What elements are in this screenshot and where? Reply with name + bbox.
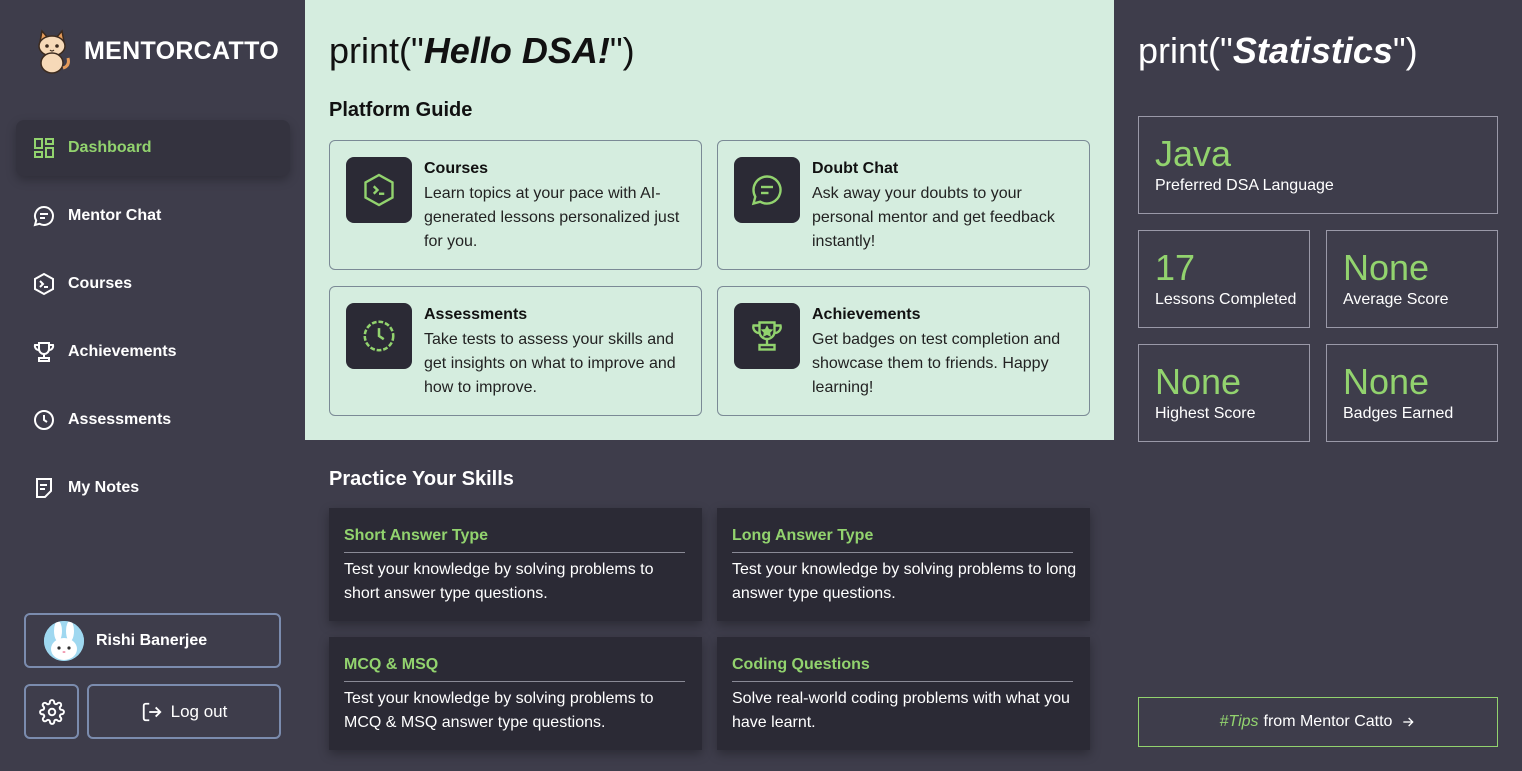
sidebar-item-label: Achievements [68,343,177,360]
terminal-hexagon-icon [346,157,412,223]
stat-value: Java [1155,133,1232,174]
divider [344,681,685,682]
title-prefix: print(" [329,30,424,71]
arrow-right-icon [1403,717,1415,727]
sidebar-item-dashboard[interactable]: Dashboard [16,120,290,176]
practice-card-title: MCQ & MSQ [344,656,439,673]
tips-label: from Mentor Catto [1263,713,1393,730]
statistics-panel: print("Statistics") Java Preferred DSA L… [1114,0,1522,771]
stat-badges-earned: None Badges Earned [1326,344,1498,442]
guide-card-title: Assessments [424,306,528,323]
practice-card-title: Long Answer Type [732,527,874,544]
stat-label: Average Score [1343,291,1449,308]
chat-icon [734,157,800,223]
cat-logo-icon [38,29,70,74]
practice-card-desc: Solve real-world coding problems with wh… [732,690,1070,731]
practice-heading: Practice Your Skills [329,468,514,490]
practice-card-desc: Test your knowledge by solving problems … [344,690,654,731]
sidebar-item-label: Dashboard [68,139,152,156]
guide-card-desc: Learn topics at your pace with AI-genera… [424,185,680,250]
sidebar-item-label: Assessments [68,411,172,428]
timer-icon [32,408,56,432]
guide-card-doubt-chat[interactable]: Doubt Chat Ask away your doubts to your … [717,140,1090,270]
guide-card-desc: Get badges on test completion and showca… [812,331,1061,396]
title-suffix: ") [609,30,635,71]
guide-card-title: Courses [424,160,489,177]
practice-card-short-answer[interactable]: Short Answer Type Test your knowledge by… [329,508,702,621]
gear-icon [38,698,65,725]
stat-label: Preferred DSA Language [1155,177,1334,194]
title-bold: Hello DSA! [423,30,610,71]
logout-button[interactable]: Log out [87,684,281,739]
practice-card-coding[interactable]: Coding Questions Solve real-world coding… [717,637,1090,750]
stat-label: Lessons Completed [1155,291,1297,308]
timer-icon [346,303,412,369]
trophy-icon [734,303,800,369]
stat-preferred-language: Java Preferred DSA Language [1138,116,1498,214]
guide-card-title: Achievements [812,306,921,323]
sidebar-item-mentor-chat[interactable]: Mentor Chat [16,188,290,244]
divider [732,552,1073,553]
stat-value: 17 [1155,247,1196,288]
practice-card-desc: Test your knowledge by solving problems … [344,561,654,602]
statistics-title: print("Statistics") [1138,30,1418,72]
stat-lessons-completed: 17 Lessons Completed [1138,230,1310,328]
guide-card-title: Doubt Chat [812,160,899,177]
page-title: print("Hello DSA!") [329,30,635,72]
guide-heading: Platform Guide [329,99,473,121]
stat-value: None [1343,361,1430,402]
note-icon [32,476,56,500]
bunny-avatar-icon [44,620,84,661]
sidebar-item-assessments[interactable]: Assessments [16,392,290,448]
practice-card-title: Coding Questions [732,656,870,673]
stat-value: None [1155,361,1242,402]
logout-label: Log out [170,701,228,721]
practice-card-title: Short Answer Type [344,527,489,544]
chat-icon [32,204,56,228]
dashboard-icon [32,136,56,160]
title-bold: Statistics [1232,30,1393,71]
divider [732,681,1073,682]
title-suffix: ") [1392,30,1418,71]
user-profile-button[interactable]: Rishi Banerjee [24,613,281,668]
sidebar-item-label: My Notes [68,479,140,496]
sidebar-item-achievements[interactable]: Achievements [16,324,290,380]
settings-button[interactable] [24,684,79,739]
practice-card-mcq-msq[interactable]: MCQ & MSQ Test your knowledge by solving… [329,637,702,750]
sidebar-nav: Dashboard Mentor Chat Courses Achievemen… [16,120,290,528]
practice-card-long-answer[interactable]: Long Answer Type Test your knowledge by … [717,508,1090,621]
sidebar-item-courses[interactable]: Courses [16,256,290,312]
guide-card-courses[interactable]: Courses Learn topics at your pace with A… [329,140,702,270]
stat-value: None [1343,247,1430,288]
terminal-hexagon-icon [32,272,56,296]
stat-label: Highest Score [1155,405,1256,422]
sidebar-item-my-notes[interactable]: My Notes [16,460,290,516]
platform-guide-section: print("Hello DSA!") Platform Guide Cours… [305,0,1114,440]
guide-card-assessments[interactable]: Assessments Take tests to assess your sk… [329,286,702,416]
trophy-icon [32,340,56,364]
guide-card-desc: Take tests to assess your skills and get… [424,331,676,396]
tips-button[interactable]: #Tips from Mentor Catto [1138,697,1498,747]
stat-highest-score: None Highest Score [1138,344,1310,442]
stat-label: Badges Earned [1343,405,1454,422]
sidebar: MENTORCATTO Dashboard Mentor Chat Course… [0,0,305,771]
avatar [44,620,84,661]
guide-card-achievements[interactable]: Achievements Get badges on test completi… [717,286,1090,416]
title-prefix: print(" [1138,30,1233,71]
guide-card-desc: Ask away your doubts to your personal me… [812,185,1055,250]
logout-icon [142,702,162,721]
user-name: Rishi Banerjee [96,631,208,649]
divider [344,552,685,553]
sidebar-item-label: Mentor Chat [68,207,162,224]
sidebar-item-label: Courses [68,275,133,292]
tips-hashtag: #Tips [1219,713,1259,730]
stat-average-score: None Average Score [1326,230,1498,328]
brand-name: MENTORCATTO [84,36,279,65]
brand[interactable]: MENTORCATTO [32,28,279,74]
practice-card-desc: Test your knowledge by solving problems … [732,561,1077,602]
